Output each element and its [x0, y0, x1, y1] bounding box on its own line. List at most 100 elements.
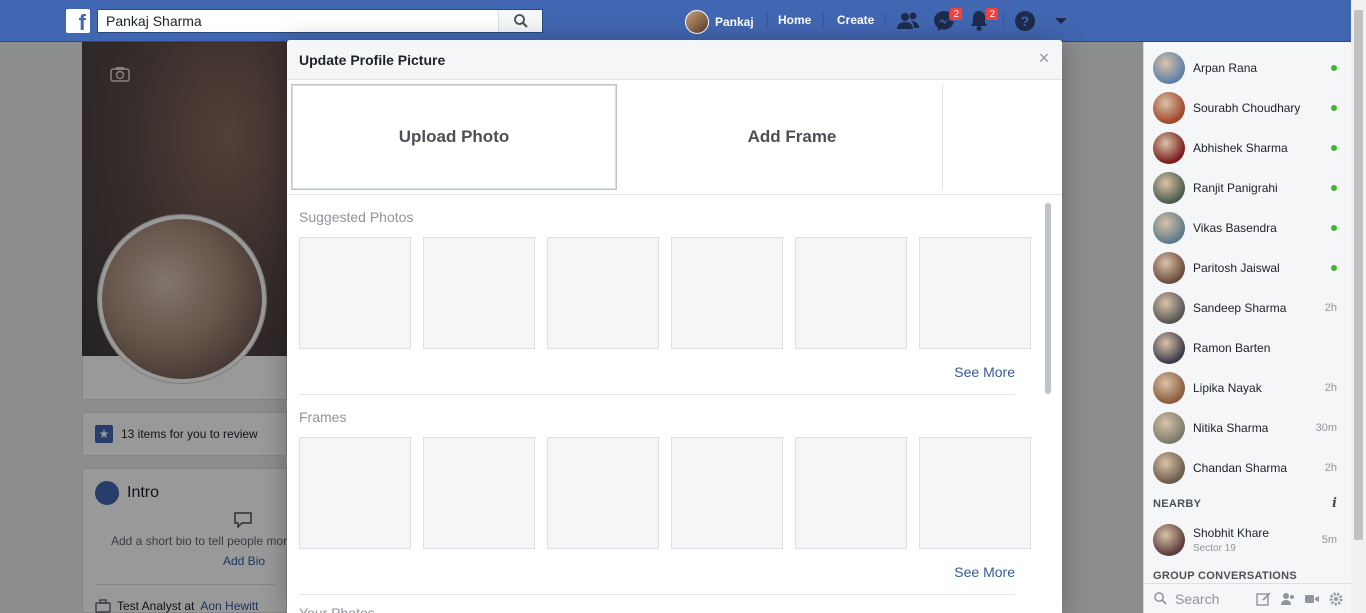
frame-thumb[interactable]: [795, 437, 907, 549]
chat-search-input[interactable]: Search: [1175, 591, 1256, 607]
upload-photo-button[interactable]: Upload Photo: [291, 84, 617, 190]
online-status-dot: [1331, 265, 1337, 271]
frame-thumb[interactable]: [423, 437, 535, 549]
update-profile-picture-dialog: Update Profile Picture × Upload Photo Ad…: [287, 40, 1062, 613]
suggested-photos-heading: Suggested Photos: [299, 209, 414, 225]
see-more-suggested-link[interactable]: See More: [954, 364, 1015, 380]
notifications-button[interactable]: 2: [969, 7, 999, 32]
contact-name: Sourabh Choudhary: [1193, 101, 1301, 115]
dialog-header: Update Profile Picture ×: [287, 40, 1062, 80]
dialog-scrollbar-thumb[interactable]: [1045, 203, 1051, 394]
contact-avatar: [1153, 212, 1185, 244]
settings-gear-icon[interactable]: [1328, 591, 1344, 607]
profile-link[interactable]: Pankaj: [685, 10, 754, 34]
suggested-photo-thumb[interactable]: [795, 237, 907, 349]
chat-contact[interactable]: Arpan Rana: [1144, 48, 1352, 88]
chat-contact[interactable]: Nitika Sharma 30m: [1144, 408, 1352, 448]
nav-divider: [885, 12, 886, 28]
avatar: [685, 10, 709, 34]
chat-sidebar: Arpan Rana Sourabh Choudhary Abhishek Shar…: [1143, 42, 1352, 613]
frame-thumb[interactable]: [671, 437, 783, 549]
last-active-time: 2h: [1324, 302, 1337, 314]
contact-name: Ramon Barten: [1193, 341, 1271, 355]
chat-contact[interactable]: Abhishek Sharma: [1144, 128, 1352, 168]
help-icon: ?: [1015, 11, 1035, 31]
contact-avatar: [1153, 172, 1185, 204]
nearby-contact[interactable]: Shobhit Khare Sector 19 5m: [1144, 520, 1352, 560]
section-divider: [299, 594, 1015, 595]
contact-name: Vikas Basendra: [1193, 221, 1277, 235]
contact-avatar: [1153, 452, 1185, 484]
chat-contact[interactable]: Chandan Sharma 2h: [1144, 448, 1352, 488]
contact-avatar: [1153, 52, 1185, 84]
chat-contact[interactable]: Ranjit Panigrahi: [1144, 168, 1352, 208]
new-group-icon[interactable]: [1280, 591, 1296, 607]
chat-search-bar[interactable]: Search: [1144, 583, 1352, 613]
messages-button[interactable]: 2: [933, 7, 963, 32]
chat-contact[interactable]: Lipika Nayak 2h: [1144, 368, 1352, 408]
account-menu-button[interactable]: [1052, 10, 1076, 32]
suggested-photo-thumb[interactable]: [547, 237, 659, 349]
chat-contact[interactable]: Sourabh Choudhary: [1144, 88, 1352, 128]
svg-text:?: ?: [1021, 13, 1030, 29]
search-bar: [97, 9, 543, 33]
home-link[interactable]: Home: [778, 13, 811, 27]
suggested-photo-thumb[interactable]: [919, 237, 1031, 349]
last-active-time: 30m: [1315, 422, 1337, 434]
contact-name: Shobhit Khare: [1193, 526, 1270, 540]
dialog-title: Update Profile Picture: [299, 52, 446, 68]
dialog-body: Suggested Photos See More Frames See Mor…: [287, 195, 1062, 613]
suggested-photo-thumb[interactable]: [423, 237, 535, 349]
contact-name: Nitika Sharma: [1193, 421, 1269, 435]
your-photos-heading: Your Photos: [299, 605, 375, 613]
contact-name: Abhishek Sharma: [1193, 141, 1288, 155]
nearby-heading: NEARBY: [1153, 498, 1202, 510]
search-icon: [513, 14, 528, 28]
info-icon[interactable]: i: [1332, 496, 1337, 511]
frame-thumb[interactable]: [547, 437, 659, 549]
contact-avatar: [1153, 372, 1185, 404]
frame-thumb[interactable]: [299, 437, 411, 549]
help-button[interactable]: ?: [1014, 10, 1038, 32]
video-call-icon[interactable]: [1304, 591, 1320, 607]
last-active-time: 5m: [1321, 534, 1337, 546]
online-status-dot: [1331, 225, 1337, 231]
suggested-photo-thumb[interactable]: [671, 237, 783, 349]
frame-thumb[interactable]: [919, 437, 1031, 549]
add-frame-button[interactable]: Add Frame: [629, 84, 955, 190]
contact-avatar: [1153, 292, 1185, 324]
page-scrollbar-thumb[interactable]: [1354, 10, 1363, 540]
facebook-logo-icon[interactable]: f: [66, 9, 90, 33]
online-status-dot: [1331, 105, 1337, 111]
contact-name: Sandeep Sharma: [1193, 301, 1287, 315]
contact-avatar: [1153, 332, 1185, 364]
section-divider: [299, 394, 1015, 395]
page-scrollbar[interactable]: [1351, 0, 1366, 613]
contact-name: Paritosh Jaiswal: [1193, 261, 1280, 275]
contact-avatar: [1153, 92, 1185, 124]
user-name: Pankaj: [715, 15, 754, 29]
chat-contact[interactable]: Ramon Barten: [1144, 328, 1352, 368]
chat-contact[interactable]: Sandeep Sharma 2h: [1144, 288, 1352, 328]
online-status-dot: [1331, 145, 1337, 151]
close-icon[interactable]: ×: [1036, 49, 1052, 67]
tab-divider: [942, 84, 943, 190]
search-button[interactable]: [498, 10, 542, 32]
suggested-photo-thumb[interactable]: [299, 237, 411, 349]
chat-contact[interactable]: Paritosh Jaiswal: [1144, 248, 1352, 288]
nav-divider: [767, 12, 768, 28]
nav-divider: [1003, 12, 1004, 28]
friend-requests-button[interactable]: [896, 10, 920, 32]
contact-name-block: Shobhit Khare Sector 19: [1193, 526, 1322, 554]
contact-avatar: [1153, 524, 1185, 556]
contact-name: Ranjit Panigrahi: [1193, 181, 1278, 195]
see-more-frames-link[interactable]: See More: [954, 564, 1015, 580]
search-input[interactable]: [98, 10, 498, 32]
create-link[interactable]: Create: [837, 13, 874, 27]
search-icon: [1154, 592, 1167, 605]
compose-icon[interactable]: [1256, 591, 1272, 607]
contact-avatar: [1153, 412, 1185, 444]
chat-contact[interactable]: Vikas Basendra: [1144, 208, 1352, 248]
nav-divider: [823, 12, 824, 28]
action-tabs: Upload Photo Add Frame: [287, 80, 1062, 195]
